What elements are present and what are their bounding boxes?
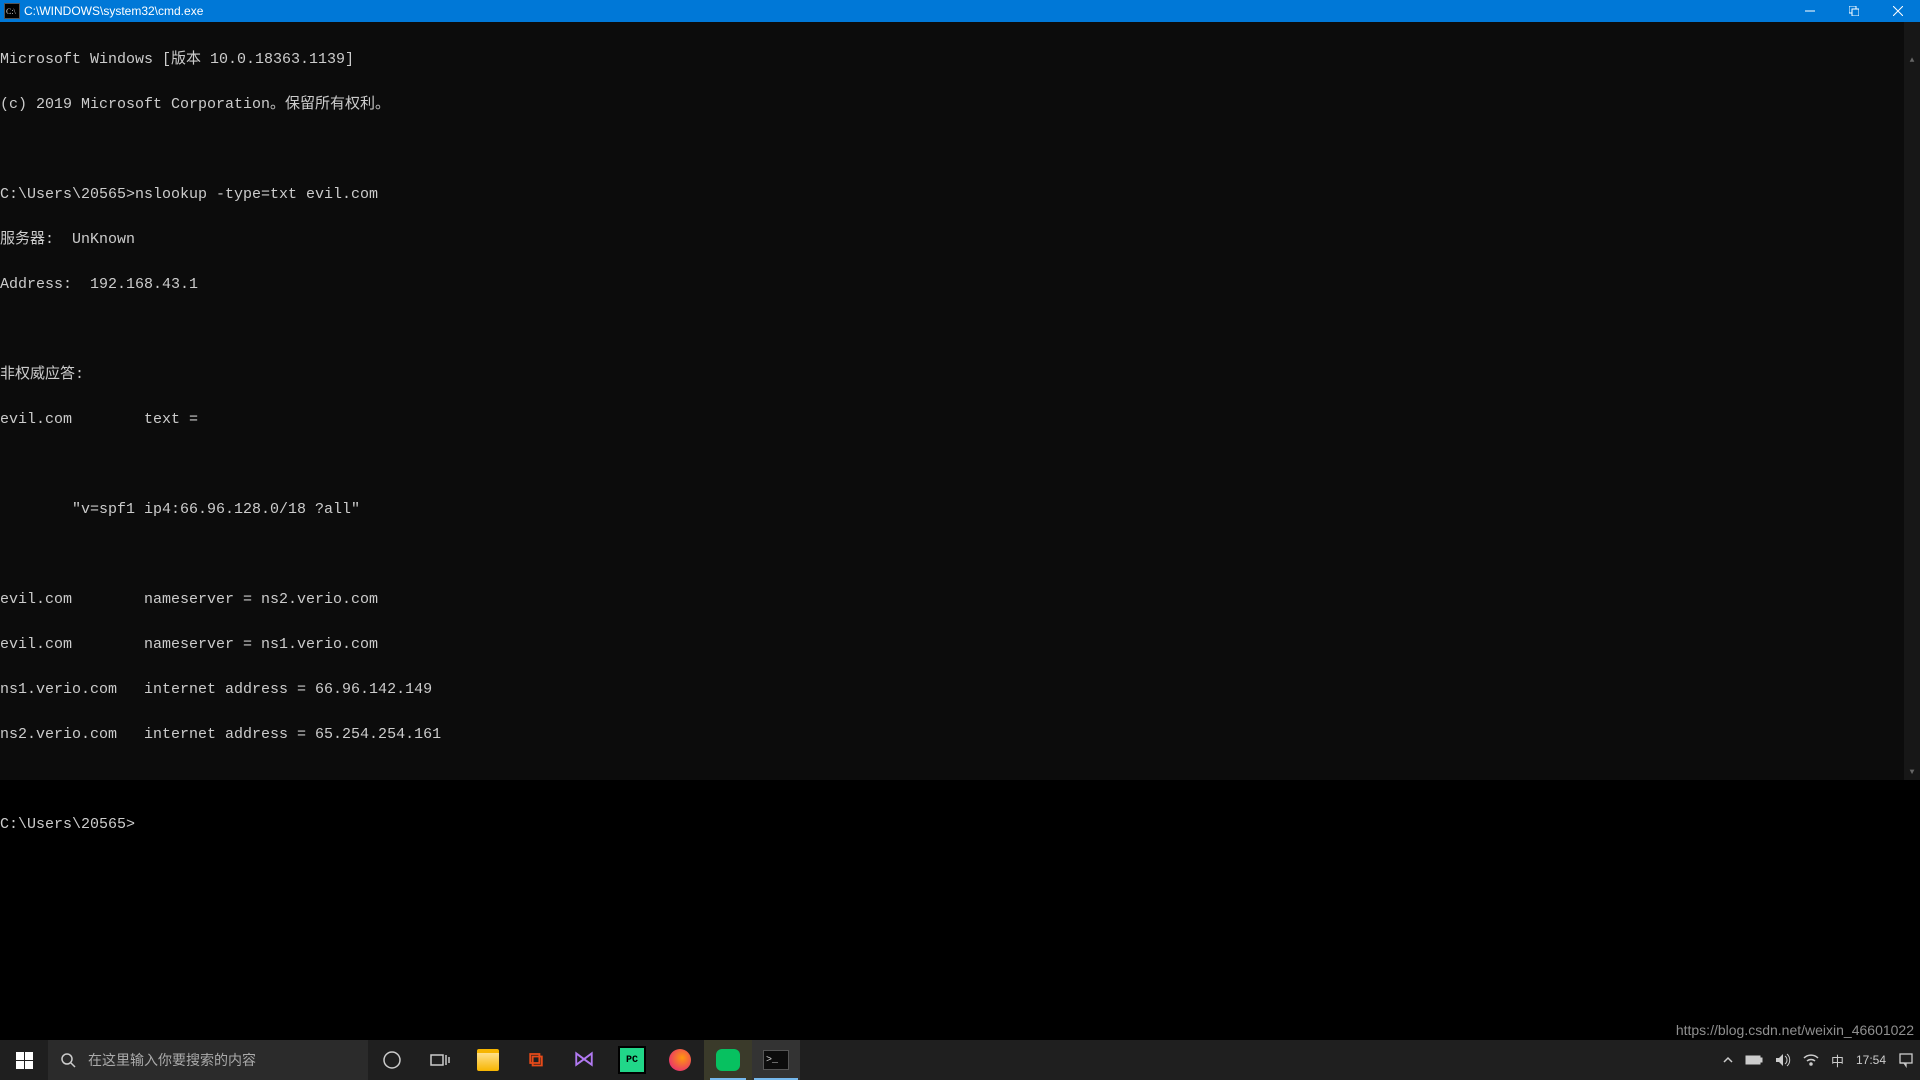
tray-overflow-button[interactable] [1717,1040,1739,1080]
taskbar-search[interactable]: 在这里输入你要搜索的内容 [48,1040,368,1080]
svg-text:C:\: C:\ [6,7,17,16]
taskbar-app-file-explorer[interactable] [464,1040,512,1080]
watermark-text: https://blog.csdn.net/weixin_46601022 [1676,1022,1914,1038]
taskbar: 在这里输入你要搜索的内容 ⧉ ⋈ PC >_ 中 17:54 [0,1040,1920,1080]
taskbar-app-cmd[interactable]: >_ [752,1040,800,1080]
chevron-up-icon [1723,1055,1733,1065]
folder-icon [477,1049,499,1071]
scroll-up-icon[interactable]: ▲ [1904,52,1920,68]
office-icon: ⧉ [529,1049,543,1072]
visual-studio-icon: ⋈ [573,1047,595,1073]
tray-clock[interactable]: 17:54 [1850,1040,1892,1080]
terminal-line: 服务器: UnKnown [0,232,1920,247]
wechat-icon [716,1049,740,1071]
terminal-line: 非权威应答: [0,367,1920,382]
terminal-output[interactable]: Microsoft Windows [版本 10.0.18363.1139] (… [0,22,1920,780]
window-titlebar: C:\ C:\WINDOWS\system32\cmd.exe [0,0,1920,22]
cmd-icon: C:\ [4,3,20,19]
task-view-button[interactable] [416,1040,464,1080]
maximize-button[interactable] [1832,0,1876,22]
terminal-line [0,547,1920,562]
terminal-line: C:\Users\20565> [0,817,1920,832]
system-tray: 中 17:54 [1717,1040,1920,1080]
tray-network[interactable] [1797,1040,1825,1080]
terminal-line [0,457,1920,472]
terminal-scrollbar[interactable]: ▲ ▼ [1904,22,1920,780]
terminal-line: ns2.verio.com internet address = 65.254.… [0,727,1920,742]
terminal-line [0,772,1920,787]
tray-action-center[interactable] [1892,1040,1920,1080]
tray-volume[interactable] [1769,1040,1797,1080]
terminal-line: evil.com nameserver = ns1.verio.com [0,637,1920,652]
terminal-line: C:\Users\20565>nslookup -type=txt evil.c… [0,187,1920,202]
terminal-line [0,142,1920,157]
windows-logo-icon [16,1052,33,1069]
cortana-button[interactable] [368,1040,416,1080]
clock-time: 17:54 [1856,1054,1886,1067]
circle-icon [383,1051,401,1069]
tray-battery[interactable] [1739,1040,1769,1080]
window-title: C:\WINDOWS\system32\cmd.exe [24,4,203,18]
taskbar-app-firefox[interactable] [656,1040,704,1080]
taskbar-app-office[interactable]: ⧉ [512,1040,560,1080]
terminal-line: ns1.verio.com internet address = 66.96.1… [0,682,1920,697]
search-icon [48,1052,88,1068]
taskbar-app-wechat[interactable] [704,1040,752,1080]
cmd-icon: >_ [763,1050,789,1070]
taskbar-app-pycharm[interactable]: PC [608,1040,656,1080]
terminal-line: Address: 192.168.43.1 [0,277,1920,292]
terminal-line: evil.com nameserver = ns2.verio.com [0,592,1920,607]
battery-icon [1745,1054,1763,1066]
terminal-line: (c) 2019 Microsoft Corporation。保留所有权利。 [0,97,1920,112]
terminal-line [0,322,1920,337]
notification-icon [1898,1052,1914,1068]
tray-ime[interactable]: 中 [1825,1040,1850,1080]
close-button[interactable] [1876,0,1920,22]
scroll-down-icon[interactable]: ▼ [1904,764,1920,780]
volume-icon [1775,1053,1791,1067]
terminal-line: Microsoft Windows [版本 10.0.18363.1139] [0,52,1920,67]
taskbar-app-visual-studio[interactable]: ⋈ [560,1040,608,1080]
minimize-button[interactable] [1788,0,1832,22]
pycharm-icon: PC [618,1046,646,1074]
terminal-line: "v=spf1 ip4:66.96.128.0/18 ?all" [0,502,1920,517]
firefox-icon [669,1049,691,1071]
start-button[interactable] [0,1040,48,1080]
wifi-icon [1803,1053,1819,1067]
task-view-icon [430,1052,450,1068]
terminal-line: evil.com text = [0,412,1920,427]
search-placeholder: 在这里输入你要搜索的内容 [88,1050,256,1070]
